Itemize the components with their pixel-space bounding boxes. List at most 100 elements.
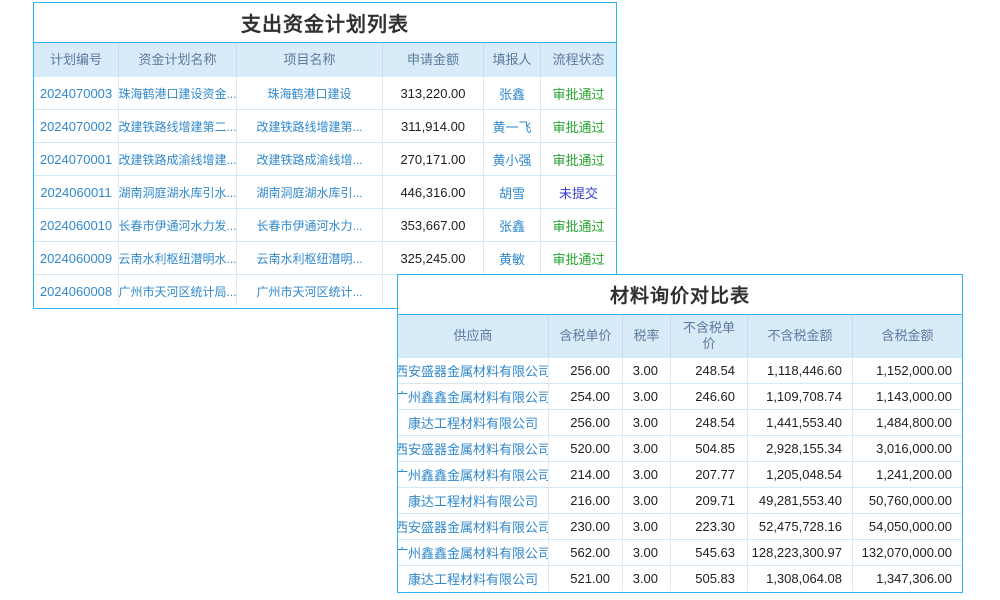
flow-status-cell: 审批通过 bbox=[541, 209, 616, 241]
fund-plan-name-cell[interactable]: 云南水利枢纽潜明水... bbox=[119, 242, 237, 274]
amount-with-tax-cell: 1,347,306.00 bbox=[853, 566, 962, 591]
column-header-unit-price-no-tax: 不含税单价 bbox=[671, 315, 748, 357]
table-row[interactable]: 康达工程材料有限公司 216.00 3.00 209.71 49,281,553… bbox=[398, 487, 962, 513]
unit-price-no-tax-cell: 545.63 bbox=[671, 540, 748, 565]
amount-no-tax-cell: 1,441,553.40 bbox=[748, 410, 853, 435]
amount-no-tax-cell: 1,118,446.60 bbox=[748, 358, 853, 383]
table-row[interactable]: 西安盛器金属材料有限公司 520.00 3.00 504.85 2,928,15… bbox=[398, 435, 962, 461]
plan-id-cell[interactable]: 2024070001 bbox=[34, 143, 119, 175]
fund-plan-name-cell[interactable]: 长春市伊通河水力发... bbox=[119, 209, 237, 241]
tax-rate-cell: 3.00 bbox=[623, 410, 671, 435]
apply-amount-cell: 270,171.00 bbox=[383, 143, 484, 175]
flow-status-cell: 未提交 bbox=[541, 176, 616, 208]
project-name-cell[interactable]: 改建铁路成渝线增... bbox=[237, 143, 383, 175]
project-name-cell[interactable]: 改建铁路线增建第... bbox=[237, 110, 383, 142]
column-header-apply-amount: 申请金额 bbox=[383, 43, 484, 76]
table-row[interactable]: 2024060010 长春市伊通河水力发... 长春市伊通河水力... 353,… bbox=[34, 208, 616, 241]
amount-with-tax-cell: 1,143,000.00 bbox=[853, 384, 962, 409]
unit-price-no-tax-cell: 504.85 bbox=[671, 436, 748, 461]
plan-id-cell[interactable]: 2024060010 bbox=[34, 209, 119, 241]
reporter-cell: 黄敏 bbox=[484, 242, 541, 274]
unit-price-no-tax-cell: 248.54 bbox=[671, 410, 748, 435]
apply-amount-cell: 353,667.00 bbox=[383, 209, 484, 241]
table-row[interactable]: 西安盛器金属材料有限公司 256.00 3.00 248.54 1,118,44… bbox=[398, 357, 962, 383]
project-name-cell[interactable]: 湖南洞庭湖水库引... bbox=[237, 176, 383, 208]
amount-no-tax-cell: 2,928,155.34 bbox=[748, 436, 853, 461]
reporter-cell: 张鑫 bbox=[484, 209, 541, 241]
table-row[interactable]: 2024070002 改建铁路线增建第二... 改建铁路线增建第... 311,… bbox=[34, 109, 616, 142]
amount-no-tax-cell: 128,223,300.97 bbox=[748, 540, 853, 565]
tax-rate-cell: 3.00 bbox=[623, 462, 671, 487]
plan-id-cell[interactable]: 2024060008 bbox=[34, 275, 119, 307]
amount-with-tax-cell: 50,760,000.00 bbox=[853, 488, 962, 513]
fund-plan-name-cell[interactable]: 广州市天河区统计局... bbox=[119, 275, 237, 307]
column-header-supplier: 供应商 bbox=[398, 315, 549, 357]
material-inquiry-table-title: 材料询价对比表 bbox=[398, 275, 962, 315]
unit-price-with-tax-cell: 216.00 bbox=[549, 488, 623, 513]
amount-with-tax-cell: 132,070,000.00 bbox=[853, 540, 962, 565]
project-name-cell[interactable]: 云南水利枢纽潜明... bbox=[237, 242, 383, 274]
column-header-unit-price-with-tax: 含税单价 bbox=[549, 315, 623, 357]
apply-amount-cell: 313,220.00 bbox=[383, 77, 484, 109]
amount-with-tax-cell: 3,016,000.00 bbox=[853, 436, 962, 461]
unit-price-no-tax-cell: 246.60 bbox=[671, 384, 748, 409]
unit-price-with-tax-cell: 230.00 bbox=[549, 514, 623, 539]
unit-price-with-tax-cell: 256.00 bbox=[549, 358, 623, 383]
plan-id-cell[interactable]: 2024060009 bbox=[34, 242, 119, 274]
supplier-cell[interactable]: 西安盛器金属材料有限公司 bbox=[398, 358, 549, 383]
amount-with-tax-cell: 1,241,200.00 bbox=[853, 462, 962, 487]
table-row[interactable]: 康达工程材料有限公司 256.00 3.00 248.54 1,441,553.… bbox=[398, 409, 962, 435]
plan-id-cell[interactable]: 2024070003 bbox=[34, 77, 119, 109]
table-row[interactable]: 广州鑫鑫金属材料有限公司 254.00 3.00 246.60 1,109,70… bbox=[398, 383, 962, 409]
fund-plan-name-cell[interactable]: 改建铁路成渝线增建... bbox=[119, 143, 237, 175]
unit-price-no-tax-cell: 209.71 bbox=[671, 488, 748, 513]
fund-plan-name-cell[interactable]: 改建铁路线增建第二... bbox=[119, 110, 237, 142]
supplier-cell[interactable]: 广州鑫鑫金属材料有限公司 bbox=[398, 462, 549, 487]
supplier-cell[interactable]: 西安盛器金属材料有限公司 bbox=[398, 436, 549, 461]
plan-id-cell[interactable]: 2024060011 bbox=[34, 176, 119, 208]
table-row[interactable]: 2024070001 改建铁路成渝线增建... 改建铁路成渝线增... 270,… bbox=[34, 142, 616, 175]
unit-price-with-tax-cell: 254.00 bbox=[549, 384, 623, 409]
table-row[interactable]: 西安盛器金属材料有限公司 230.00 3.00 223.30 52,475,7… bbox=[398, 513, 962, 539]
table-row[interactable]: 广州鑫鑫金属材料有限公司 562.00 3.00 545.63 128,223,… bbox=[398, 539, 962, 565]
project-name-cell[interactable]: 珠海鹤港口建设 bbox=[237, 77, 383, 109]
material-inquiry-table-header: 供应商 含税单价 税率 不含税单价 不含税金额 含税金额 bbox=[398, 315, 962, 357]
tax-rate-cell: 3.00 bbox=[623, 384, 671, 409]
amount-no-tax-cell: 1,205,048.54 bbox=[748, 462, 853, 487]
fund-plan-name-cell[interactable]: 湖南洞庭湖水库引水... bbox=[119, 176, 237, 208]
column-header-fund-plan-name: 资金计划名称 bbox=[119, 43, 237, 76]
table-row[interactable]: 2024060011 湖南洞庭湖水库引水... 湖南洞庭湖水库引... 446,… bbox=[34, 175, 616, 208]
expenditure-plan-table-header: 计划编号 资金计划名称 项目名称 申请金额 填报人 流程状态 bbox=[34, 43, 616, 76]
fund-plan-name-cell[interactable]: 珠海鹤港口建设资金... bbox=[119, 77, 237, 109]
table-row[interactable]: 广州鑫鑫金属材料有限公司 214.00 3.00 207.77 1,205,04… bbox=[398, 461, 962, 487]
project-name-cell[interactable]: 广州市天河区统计... bbox=[237, 275, 383, 307]
column-header-tax-rate: 税率 bbox=[623, 315, 671, 357]
supplier-cell[interactable]: 康达工程材料有限公司 bbox=[398, 410, 549, 435]
table-row[interactable]: 康达工程材料有限公司 521.00 3.00 505.83 1,308,064.… bbox=[398, 565, 962, 591]
table-row[interactable]: 2024070003 珠海鹤港口建设资金... 珠海鹤港口建设 313,220.… bbox=[34, 76, 616, 109]
column-header-reporter: 填报人 bbox=[484, 43, 541, 76]
unit-price-with-tax-cell: 520.00 bbox=[549, 436, 623, 461]
tax-rate-cell: 3.00 bbox=[623, 514, 671, 539]
unit-price-no-tax-cell: 505.83 bbox=[671, 566, 748, 591]
reporter-cell: 胡雪 bbox=[484, 176, 541, 208]
unit-price-with-tax-cell: 256.00 bbox=[549, 410, 623, 435]
reporter-cell: 黄小强 bbox=[484, 143, 541, 175]
supplier-cell[interactable]: 西安盛器金属材料有限公司 bbox=[398, 514, 549, 539]
flow-status-cell: 审批通过 bbox=[541, 143, 616, 175]
supplier-cell[interactable]: 广州鑫鑫金属材料有限公司 bbox=[398, 540, 549, 565]
tax-rate-cell: 3.00 bbox=[623, 488, 671, 513]
table-row[interactable]: 2024060009 云南水利枢纽潜明水... 云南水利枢纽潜明... 325,… bbox=[34, 241, 616, 274]
supplier-cell[interactable]: 康达工程材料有限公司 bbox=[398, 566, 549, 591]
amount-no-tax-cell: 52,475,728.16 bbox=[748, 514, 853, 539]
supplier-cell[interactable]: 康达工程材料有限公司 bbox=[398, 488, 549, 513]
flow-status-cell: 审批通过 bbox=[541, 242, 616, 274]
project-name-cell[interactable]: 长春市伊通河水力... bbox=[237, 209, 383, 241]
reporter-cell: 黄一飞 bbox=[484, 110, 541, 142]
apply-amount-cell: 311,914.00 bbox=[383, 110, 484, 142]
unit-price-with-tax-cell: 562.00 bbox=[549, 540, 623, 565]
tax-rate-cell: 3.00 bbox=[623, 566, 671, 591]
supplier-cell[interactable]: 广州鑫鑫金属材料有限公司 bbox=[398, 384, 549, 409]
unit-price-no-tax-cell: 207.77 bbox=[671, 462, 748, 487]
plan-id-cell[interactable]: 2024070002 bbox=[34, 110, 119, 142]
